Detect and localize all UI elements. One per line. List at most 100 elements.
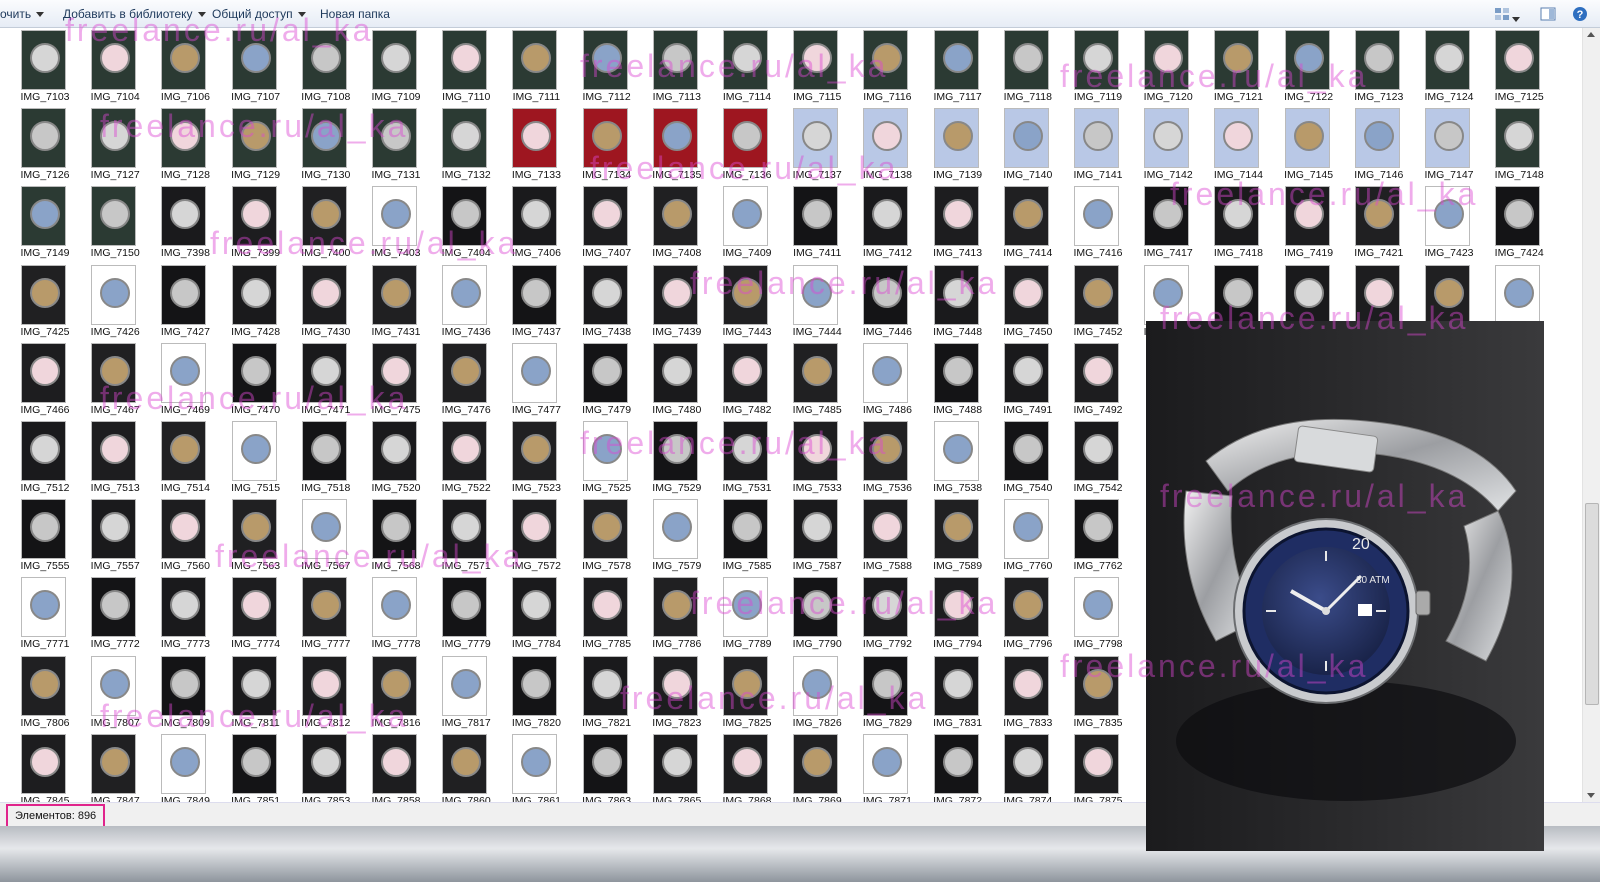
file-item[interactable]: IMG_7784: [491, 575, 561, 655]
file-item[interactable]: IMG_7117: [913, 28, 983, 108]
file-item[interactable]: IMG_7491: [983, 341, 1053, 421]
file-item[interactable]: IMG_7833: [983, 654, 1053, 734]
file-item[interactable]: IMG_7792: [842, 575, 912, 655]
file-item[interactable]: IMG_7806: [0, 654, 70, 734]
file-item[interactable]: IMG_7421: [1334, 184, 1404, 264]
file-item[interactable]: IMG_7587: [772, 497, 842, 577]
file-item[interactable]: IMG_7404: [421, 184, 491, 264]
file-item[interactable]: IMG_7126: [0, 106, 70, 186]
scroll-up-arrow-icon[interactable]: [1587, 32, 1595, 37]
file-item[interactable]: IMG_7120: [1123, 28, 1193, 108]
file-item[interactable]: IMG_7809: [140, 654, 210, 734]
file-item[interactable]: IMG_7431: [351, 263, 421, 343]
file-item[interactable]: IMG_7446: [842, 263, 912, 343]
file-item[interactable]: IMG_7425: [0, 263, 70, 343]
file-item[interactable]: IMG_7145: [1264, 106, 1334, 186]
file-item[interactable]: IMG_7571: [421, 497, 491, 577]
file-item[interactable]: IMG_7104: [70, 28, 140, 108]
file-item[interactable]: IMG_7479: [562, 341, 632, 421]
file-item[interactable]: IMG_7148: [1474, 106, 1544, 186]
file-item[interactable]: IMG_7874: [983, 732, 1053, 802]
file-item[interactable]: IMG_7132: [421, 106, 491, 186]
file-item[interactable]: IMG_7858: [351, 732, 421, 802]
file-item[interactable]: IMG_7140: [983, 106, 1053, 186]
file-item[interactable]: IMG_7772: [70, 575, 140, 655]
file-item[interactable]: IMG_7823: [632, 654, 702, 734]
file-item[interactable]: IMG_7427: [140, 263, 210, 343]
file-item[interactable]: IMG_7110: [421, 28, 491, 108]
file-item[interactable]: IMG_7779: [421, 575, 491, 655]
file-item[interactable]: IMG_7414: [983, 184, 1053, 264]
file-item[interactable]: IMG_7845: [0, 732, 70, 802]
file-item[interactable]: IMG_7849: [140, 732, 210, 802]
file-item[interactable]: IMG_7785: [562, 575, 632, 655]
file-item[interactable]: IMG_7778: [351, 575, 421, 655]
burn-button[interactable]: очить: [0, 4, 45, 24]
file-item[interactable]: IMG_7533: [772, 419, 842, 499]
file-item[interactable]: IMG_7411: [772, 184, 842, 264]
file-item[interactable]: IMG_7536: [842, 419, 912, 499]
file-item[interactable]: IMG_7771: [0, 575, 70, 655]
file-item[interactable]: IMG_7567: [281, 497, 351, 577]
file-item[interactable]: IMG_7522: [421, 419, 491, 499]
file-item[interactable]: IMG_7444: [772, 263, 842, 343]
file-item[interactable]: IMG_7488: [913, 341, 983, 421]
file-item[interactable]: IMG_7114: [702, 28, 772, 108]
file-item[interactable]: IMG_7485: [772, 341, 842, 421]
file-item[interactable]: IMG_7144: [1193, 106, 1263, 186]
file-item[interactable]: IMG_7149: [0, 184, 70, 264]
file-item[interactable]: IMG_7408: [632, 184, 702, 264]
file-item[interactable]: IMG_7486: [842, 341, 912, 421]
file-item[interactable]: IMG_7531: [702, 419, 772, 499]
file-item[interactable]: IMG_7470: [211, 341, 281, 421]
file-item[interactable]: IMG_7135: [632, 106, 702, 186]
file-item[interactable]: IMG_7477: [491, 341, 561, 421]
file-item[interactable]: IMG_7417: [1123, 184, 1193, 264]
file-item[interactable]: IMG_7406: [491, 184, 561, 264]
file-item[interactable]: IMG_7811: [211, 654, 281, 734]
file-item[interactable]: IMG_7523: [491, 419, 561, 499]
file-item[interactable]: IMG_7121: [1193, 28, 1263, 108]
file-item[interactable]: IMG_7439: [632, 263, 702, 343]
file-item[interactable]: IMG_7416: [1053, 184, 1123, 264]
file-item[interactable]: IMG_7863: [562, 732, 632, 802]
file-item[interactable]: IMG_7452: [1053, 263, 1123, 343]
file-item[interactable]: IMG_7568: [351, 497, 421, 577]
file-item[interactable]: IMG_7835: [1053, 654, 1123, 734]
help-icon[interactable]: ?: [1572, 6, 1588, 22]
file-item[interactable]: IMG_7113: [632, 28, 702, 108]
file-item[interactable]: IMG_7133: [491, 106, 561, 186]
file-item[interactable]: IMG_7572: [491, 497, 561, 577]
file-item[interactable]: IMG_7578: [562, 497, 632, 577]
file-item[interactable]: IMG_7829: [842, 654, 912, 734]
file-item[interactable]: IMG_7816: [351, 654, 421, 734]
file-item[interactable]: IMG_7773: [140, 575, 210, 655]
file-item[interactable]: IMG_7438: [562, 263, 632, 343]
file-item[interactable]: IMG_7796: [983, 575, 1053, 655]
file-item[interactable]: IMG_7118: [983, 28, 1053, 108]
file-item[interactable]: IMG_7103: [0, 28, 70, 108]
file-item[interactable]: IMG_7419: [1264, 184, 1334, 264]
file-item[interactable]: IMG_7437: [491, 263, 561, 343]
file-item[interactable]: IMG_7443: [702, 263, 772, 343]
file-item[interactable]: IMG_7146: [1334, 106, 1404, 186]
file-item[interactable]: IMG_7518: [281, 419, 351, 499]
file-item[interactable]: IMG_7794: [913, 575, 983, 655]
file-item[interactable]: IMG_7513: [70, 419, 140, 499]
file-item[interactable]: IMG_7424: [1474, 184, 1544, 264]
file-item[interactable]: IMG_7851: [211, 732, 281, 802]
file-item[interactable]: IMG_7122: [1264, 28, 1334, 108]
file-item[interactable]: IMG_7450: [983, 263, 1053, 343]
file-item[interactable]: IMG_7131: [351, 106, 421, 186]
file-item[interactable]: IMG_7125: [1474, 28, 1544, 108]
file-item[interactable]: IMG_7136: [702, 106, 772, 186]
file-item[interactable]: IMG_7134: [562, 106, 632, 186]
share-button[interactable]: Общий доступ: [212, 4, 306, 24]
file-item[interactable]: IMG_7423: [1404, 184, 1474, 264]
file-item[interactable]: IMG_7557: [70, 497, 140, 577]
file-item[interactable]: IMG_7115: [772, 28, 842, 108]
file-item[interactable]: IMG_7467: [70, 341, 140, 421]
preview-pane-icon[interactable]: [1540, 6, 1556, 22]
file-item[interactable]: IMG_7111: [491, 28, 561, 108]
file-item[interactable]: IMG_7124: [1404, 28, 1474, 108]
